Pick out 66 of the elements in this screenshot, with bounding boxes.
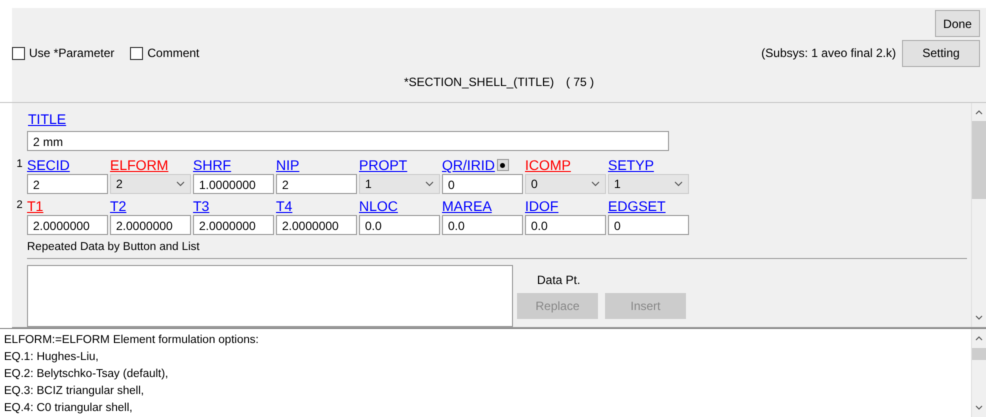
card-number: 1 [15, 158, 24, 170]
section-heading: Repeated Data by Button and List [27, 241, 201, 254]
input-field[interactable]: 0 [608, 215, 689, 236]
scroll-up-icon[interactable] [975, 335, 983, 341]
field-label[interactable]: ELFORM [110, 157, 168, 174]
help-line: EQ.1: Hughes-Liu, [4, 350, 100, 365]
field-label[interactable]: EDGSET [608, 198, 666, 214]
input-field[interactable]: 2.0000000 [276, 215, 357, 236]
title-field[interactable]: 2 mm [27, 131, 669, 152]
help-line: EQ.4: C0 triangular shell, [4, 401, 134, 416]
checkbox[interactable] [12, 46, 25, 60]
scrollbar[interactable] [971, 103, 986, 327]
input-field[interactable]: 2.0000000 [110, 215, 191, 236]
field-label[interactable]: NIP [276, 157, 300, 174]
input-field[interactable]: 1.0000000 [193, 174, 274, 194]
field-label[interactable]: T2 [110, 198, 126, 214]
help-line: EQ.3: BCIZ triangular shell, [4, 384, 145, 399]
checkbox-label: Comment [147, 46, 200, 60]
input-field[interactable]: 2 [27, 174, 108, 194]
scroll-down-icon[interactable] [975, 405, 983, 411]
scroll-thumb[interactable] [972, 121, 986, 200]
input-field[interactable]: 2 [276, 174, 357, 194]
checkbox[interactable] [130, 46, 144, 60]
subsys-label: (Subsys: 1 aveo final 2.k) [761, 46, 896, 60]
dropdown[interactable]: 1 [608, 174, 689, 194]
help-line: EQ.2: Belytschko-Tsay (default), [4, 367, 170, 382]
keyword-count: ( 75 ) [566, 75, 594, 89]
field-label[interactable]: T1 [27, 198, 44, 214]
field-label[interactable]: T4 [276, 198, 292, 214]
setting-button[interactable]: Setting [902, 40, 980, 66]
field-label[interactable]: NLOC [359, 198, 398, 214]
field-label[interactable]: ICOMP [525, 157, 571, 174]
input-field[interactable]: 2.0000000 [27, 215, 108, 236]
chevron-down-icon [591, 181, 600, 188]
input-field[interactable]: 0.0 [359, 215, 440, 236]
chevron-down-icon [674, 181, 683, 188]
help-line: ELFORM:=ELFORM Element formulation options: [4, 333, 260, 348]
chevron-down-icon [176, 181, 185, 188]
field-label[interactable]: T3 [193, 198, 210, 214]
field-label[interactable]: SHRF [193, 157, 232, 174]
field-label[interactable]: IDOF [525, 198, 558, 214]
field-label[interactable]: SETYP [608, 157, 654, 174]
scroll-thumb[interactable] [972, 348, 986, 360]
field-label[interactable]: SECID [27, 157, 70, 174]
field-label[interactable]: TITLE [28, 111, 66, 128]
input-field[interactable]: 0 [442, 174, 523, 194]
field-label[interactable]: PROPT [359, 157, 408, 174]
field-label[interactable]: QR/IRID [442, 157, 495, 174]
scroll-up-icon[interactable] [975, 109, 983, 116]
data-list[interactable] [27, 265, 513, 327]
keyword-title: *SECTION_SHELL_(TITLE) [404, 75, 554, 89]
input-field[interactable]: 0.0 [525, 215, 606, 236]
field-label[interactable]: MAREA [442, 198, 492, 214]
dropdown[interactable]: 2 [110, 174, 191, 194]
card-number: 2 [15, 199, 24, 212]
input-field[interactable]: 0.0 [442, 215, 523, 236]
dropdown[interactable]: 0 [525, 174, 606, 194]
picker-button[interactable] [496, 159, 509, 172]
checkbox-label: Use *Parameter [29, 46, 114, 60]
scroll-down-icon[interactable] [975, 315, 983, 321]
scrollbar[interactable] [971, 329, 986, 417]
done-button[interactable]: Done [935, 10, 980, 37]
data-pt-label: Data Pt. [537, 273, 582, 290]
dropdown[interactable]: 1 [359, 174, 440, 194]
chevron-down-icon [425, 181, 434, 188]
input-field[interactable]: 2.0000000 [193, 215, 274, 236]
